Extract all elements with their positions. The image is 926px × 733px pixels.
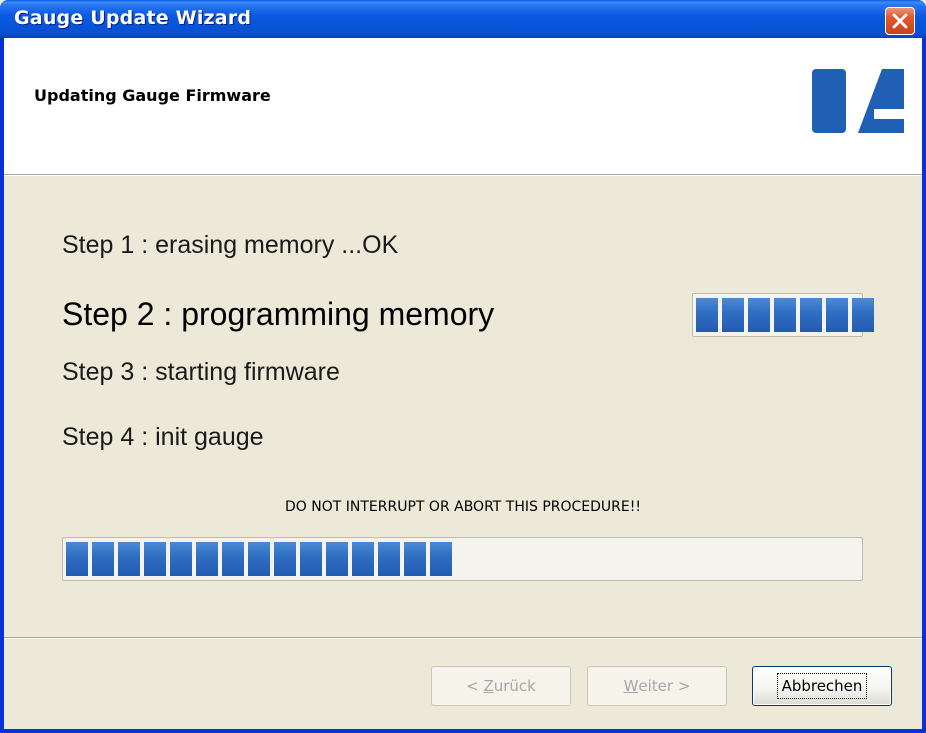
next-button-mnemonic: W	[623, 677, 639, 695]
step-progress-block	[722, 298, 744, 332]
next-button[interactable]: Weiter >	[587, 666, 727, 706]
step-progress-bar	[692, 293, 874, 337]
overall-progress-block	[326, 542, 348, 576]
overall-progress-block	[222, 542, 244, 576]
close-button[interactable]	[885, 7, 915, 35]
step-progress-block	[696, 298, 718, 332]
cancel-button[interactable]: Abbrechen	[752, 666, 892, 706]
step-progress-block	[852, 298, 874, 332]
step-4-label: Step 4 : init gauge	[62, 423, 264, 451]
overall-progress-block	[430, 542, 452, 576]
wizard-header: Updating Gauge Firmware	[4, 38, 922, 174]
back-button-mnemonic: Z	[483, 677, 494, 695]
overall-progress-block	[404, 542, 426, 576]
overall-progress-block	[352, 542, 374, 576]
overall-progress-block	[118, 542, 140, 576]
cancel-button-label: Abbrechen	[776, 673, 868, 699]
title-bar[interactable]: Gauge Update Wizard	[0, 0, 926, 38]
back-button-prefix: <	[466, 677, 484, 695]
close-icon	[892, 13, 908, 29]
overall-progress-block	[300, 542, 322, 576]
step-2-label: Step 2 : programming memory	[62, 296, 495, 332]
wizard-window: Gauge Update Wizard Updating Gauge Firmw…	[0, 0, 926, 733]
footer-divider	[4, 637, 922, 639]
overall-progress-block	[378, 542, 400, 576]
back-button[interactable]: < Zurück	[431, 666, 571, 706]
overall-progress-block	[66, 542, 88, 576]
overall-progress-block	[274, 542, 296, 576]
overall-progress-block	[170, 542, 192, 576]
overall-progress-bar	[62, 537, 863, 581]
warning-message: DO NOT INTERRUPT OR ABORT THIS PROCEDURE…	[285, 499, 641, 515]
dialog-body: Updating Gauge Firmware Step 1 : erasing…	[4, 38, 922, 729]
next-button-label: eiter >	[638, 677, 691, 695]
overall-progress-block	[144, 542, 166, 576]
back-button-label: urück	[493, 677, 536, 695]
header-title: Updating Gauge Firmware	[34, 86, 271, 105]
overall-progress-block	[92, 542, 114, 576]
overall-progress-fill	[66, 542, 452, 576]
step-3-label: Step 3 : starting firmware	[62, 358, 340, 386]
step-progress-block	[748, 298, 770, 332]
step-progress-block	[774, 298, 796, 332]
overall-progress-block	[196, 542, 218, 576]
step-1-label: Step 1 : erasing memory ...OK	[62, 231, 399, 259]
window-title: Gauge Update Wizard	[14, 7, 252, 29]
header-divider	[4, 174, 922, 176]
step-progress-block	[826, 298, 848, 332]
window-border	[0, 729, 926, 733]
overall-progress-block	[248, 542, 270, 576]
step-progress-fill	[696, 298, 874, 332]
brand-logo-icon	[812, 69, 904, 133]
step-progress-block	[800, 298, 822, 332]
